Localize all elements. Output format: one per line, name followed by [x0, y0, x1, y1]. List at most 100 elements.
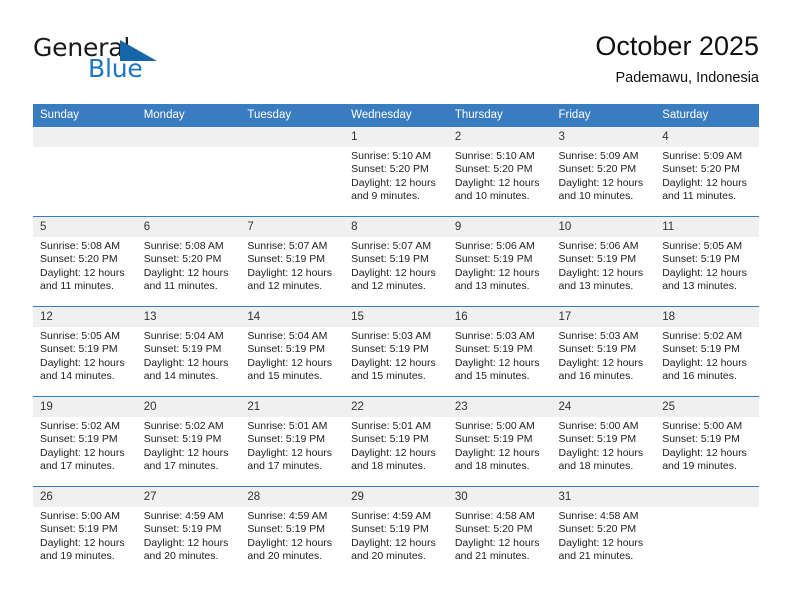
day-number: 15: [344, 307, 448, 327]
day-number: 25: [655, 397, 759, 417]
calendar-day-cell[interactable]: 21 Sunrise: 5:01 AM Sunset: 5:19 PM Dayligh…: [240, 396, 345, 487]
sunrise-text: Sunrise: 4:58 AM: [558, 510, 639, 522]
day-detail-block: Sunrise: 5:02 AM Sunset: 5:19 PM Daylight:…: [655, 327, 759, 383]
daylight-text-line1: Daylight: 12 hours: [351, 266, 436, 279]
day-detail-block: Sunrise: 4:58 AM Sunset: 5:20 PM Daylight:…: [448, 507, 552, 563]
calendar-day-cell[interactable]: 11 Sunrise: 5:05 AM Sunset: 5:19 PM Dayligh…: [655, 216, 759, 307]
day-detail-block: Sunrise: 5:00 AM Sunset: 5:19 PM Daylight:…: [655, 417, 759, 473]
sunset-text: Sunset: 5:20 PM: [143, 253, 222, 266]
sunset-text: Sunset: 5:19 PM: [351, 343, 429, 356]
calendar-day-cell[interactable]: 12 Sunrise: 5:05 AM Sunset: 5:19 PM Dayligh…: [33, 306, 137, 397]
daylight-text-line2: and 11 minutes.: [143, 279, 218, 292]
sunset-text: Sunset: 5:19 PM: [351, 253, 429, 266]
calendar-day-cell[interactable]: 2 Sunrise: 5:10 AM Sunset: 5:20 PM Daylight…: [447, 126, 552, 217]
calendar-day-cell[interactable]: 25 Sunrise: 5:00 AM Sunset: 5:19 PM Dayligh…: [655, 396, 759, 487]
daylight-text-line1: Daylight: 12 hours: [351, 176, 436, 189]
daylight-text-line2: and 14 minutes.: [40, 369, 115, 382]
weekday-header-tuesday: Tuesday: [240, 104, 345, 127]
day-number: 9: [447, 217, 552, 237]
day-detail-block: Sunrise: 4:59 AM Sunset: 5:19 PM Daylight:…: [240, 507, 344, 563]
daylight-text-line2: and 15 minutes.: [351, 369, 426, 382]
calendar-day-cell[interactable]: 8 Sunrise: 5:07 AM Sunset: 5:19 PM Daylight…: [344, 216, 448, 307]
sunrise-text: Sunrise: 5:08 AM: [143, 240, 224, 252]
page-subtitle-location: Pademawu, Indonesia: [615, 70, 760, 86]
day-number: [136, 127, 241, 147]
sunrise-text: Sunrise: 5:03 AM: [558, 330, 639, 342]
sunrise-text: Sunrise: 5:00 AM: [662, 420, 743, 432]
sunset-text: Sunset: 5:19 PM: [143, 523, 222, 536]
sunset-text: Sunset: 5:19 PM: [662, 433, 740, 446]
sunrise-text: Sunrise: 4:58 AM: [454, 510, 535, 522]
calendar-day-cell[interactable]: 26 Sunrise: 5:00 AM Sunset: 5:19 PM Dayligh…: [33, 486, 137, 577]
calendar-day-cell[interactable]: 3 Sunrise: 5:09 AM Sunset: 5:20 PM Daylight…: [551, 126, 656, 217]
daylight-text-line2: and 17 minutes.: [40, 459, 115, 472]
day-number: 3: [551, 127, 656, 147]
calendar-week-row: 1 Sunrise: 5:10 AM Sunset: 5:20 PM Daylight…: [33, 126, 759, 217]
weekday-header-wednesday: Wednesday: [344, 104, 448, 127]
sunrise-text: Sunrise: 5:00 AM: [558, 420, 639, 432]
day-number: 19: [33, 397, 137, 417]
general-blue-logo[interactable]: General Blue: [33, 33, 223, 85]
calendar-day-cell[interactable]: 16 Sunrise: 5:03 AM Sunset: 5:19 PM Dayligh…: [447, 306, 552, 397]
day-number: 29: [344, 487, 448, 507]
calendar-day-cell[interactable]: 7 Sunrise: 5:07 AM Sunset: 5:19 PM Daylight…: [240, 216, 345, 307]
day-detail-block: Sunrise: 4:58 AM Sunset: 5:20 PM Daylight:…: [552, 507, 656, 563]
page-header: General Blue October 2025 Pademawu, Indo…: [0, 0, 792, 104]
daylight-text-line1: Daylight: 12 hours: [558, 266, 644, 279]
day-number: 5: [33, 217, 137, 237]
sunrise-text: Sunrise: 4:59 AM: [247, 510, 328, 522]
calendar-day-cell[interactable]: 14 Sunrise: 5:04 AM Sunset: 5:19 PM Dayligh…: [240, 306, 345, 397]
daylight-text-line1: Daylight: 12 hours: [351, 446, 436, 459]
calendar-day-cell[interactable]: 4 Sunrise: 5:09 AM Sunset: 5:20 PM Daylight…: [655, 126, 759, 217]
calendar-day-cell[interactable]: 13 Sunrise: 5:04 AM Sunset: 5:19 PM Dayligh…: [136, 306, 241, 397]
day-number: 8: [344, 217, 448, 237]
calendar-week-row: 26 Sunrise: 5:00 AM Sunset: 5:19 PM Dayligh…: [33, 486, 759, 577]
day-detail-block: Sunrise: 5:03 AM Sunset: 5:19 PM Daylight:…: [552, 327, 656, 383]
daylight-text-line1: Daylight: 12 hours: [454, 176, 540, 189]
day-detail-block: Sunrise: 5:07 AM Sunset: 5:19 PM Daylight:…: [240, 237, 344, 293]
day-number: 16: [447, 307, 552, 327]
daylight-text-line1: Daylight: 12 hours: [662, 176, 747, 189]
sunrise-text: Sunrise: 5:06 AM: [558, 240, 639, 252]
calendar-day-cell[interactable]: 31 Sunrise: 4:58 AM Sunset: 5:20 PM Dayligh…: [551, 486, 656, 577]
calendar-day-cell[interactable]: 17 Sunrise: 5:03 AM Sunset: 5:19 PM Dayligh…: [551, 306, 656, 397]
daylight-text-line2: and 17 minutes.: [247, 459, 323, 472]
day-number: 31: [551, 487, 656, 507]
daylight-text-line1: Daylight: 12 hours: [40, 536, 125, 549]
daylight-text-line2: and 13 minutes.: [454, 279, 530, 292]
sunrise-text: Sunrise: 5:03 AM: [454, 330, 535, 342]
sunrise-text: Sunrise: 5:00 AM: [40, 510, 120, 522]
calendar-day-cell[interactable]: 27 Sunrise: 4:59 AM Sunset: 5:19 PM Dayligh…: [136, 486, 241, 577]
calendar-day-cell[interactable]: 29 Sunrise: 4:59 AM Sunset: 5:19 PM Dayligh…: [344, 486, 448, 577]
sunset-text: Sunset: 5:20 PM: [454, 523, 533, 536]
calendar-day-cell[interactable]: 10 Sunrise: 5:06 AM Sunset: 5:19 PM Dayligh…: [551, 216, 656, 307]
day-detail-block: [137, 147, 241, 150]
sunrise-text: Sunrise: 4:59 AM: [143, 510, 224, 522]
calendar-day-cell[interactable]: 22 Sunrise: 5:01 AM Sunset: 5:19 PM Dayligh…: [344, 396, 448, 487]
calendar-day-cell[interactable]: 23 Sunrise: 5:00 AM Sunset: 5:19 PM Dayligh…: [447, 396, 552, 487]
calendar-day-cell[interactable]: 30 Sunrise: 4:58 AM Sunset: 5:20 PM Dayligh…: [447, 486, 552, 577]
calendar-day-cell[interactable]: 19 Sunrise: 5:02 AM Sunset: 5:19 PM Dayligh…: [33, 396, 137, 487]
calendar-day-cell[interactable]: 6 Sunrise: 5:08 AM Sunset: 5:20 PM Daylight…: [136, 216, 241, 307]
day-detail-block: Sunrise: 5:00 AM Sunset: 5:19 PM Daylight:…: [552, 417, 656, 473]
daylight-text-line1: Daylight: 12 hours: [40, 266, 125, 279]
day-detail-block: [33, 147, 137, 150]
daylight-text-line2: and 20 minutes.: [143, 549, 219, 562]
calendar-day-cell[interactable]: 20 Sunrise: 5:02 AM Sunset: 5:19 PM Dayligh…: [136, 396, 241, 487]
sunrise-text: Sunrise: 5:05 AM: [40, 330, 120, 342]
day-number: 10: [551, 217, 656, 237]
sunset-text: Sunset: 5:19 PM: [143, 343, 222, 356]
calendar-day-cell[interactable]: 24 Sunrise: 5:00 AM Sunset: 5:19 PM Dayligh…: [551, 396, 656, 487]
calendar-day-cell[interactable]: 5 Sunrise: 5:08 AM Sunset: 5:20 PM Daylight…: [33, 216, 137, 307]
calendar-day-cell[interactable]: 9 Sunrise: 5:06 AM Sunset: 5:19 PM Daylight…: [447, 216, 552, 307]
sunset-text: Sunset: 5:19 PM: [454, 343, 533, 356]
daylight-text-line1: Daylight: 12 hours: [454, 536, 540, 549]
sunrise-text: Sunrise: 5:05 AM: [662, 240, 743, 252]
calendar-day-cell[interactable]: 18 Sunrise: 5:02 AM Sunset: 5:19 PM Dayligh…: [655, 306, 759, 397]
day-number: 23: [447, 397, 552, 417]
calendar-day-cell[interactable]: 28 Sunrise: 4:59 AM Sunset: 5:19 PM Dayligh…: [240, 486, 345, 577]
daylight-text-line2: and 13 minutes.: [558, 279, 634, 292]
calendar-day-cell[interactable]: 1 Sunrise: 5:10 AM Sunset: 5:20 PM Daylight…: [344, 126, 448, 217]
sunrise-text: Sunrise: 5:04 AM: [143, 330, 224, 342]
calendar-day-cell[interactable]: 15 Sunrise: 5:03 AM Sunset: 5:19 PM Dayligh…: [344, 306, 448, 397]
